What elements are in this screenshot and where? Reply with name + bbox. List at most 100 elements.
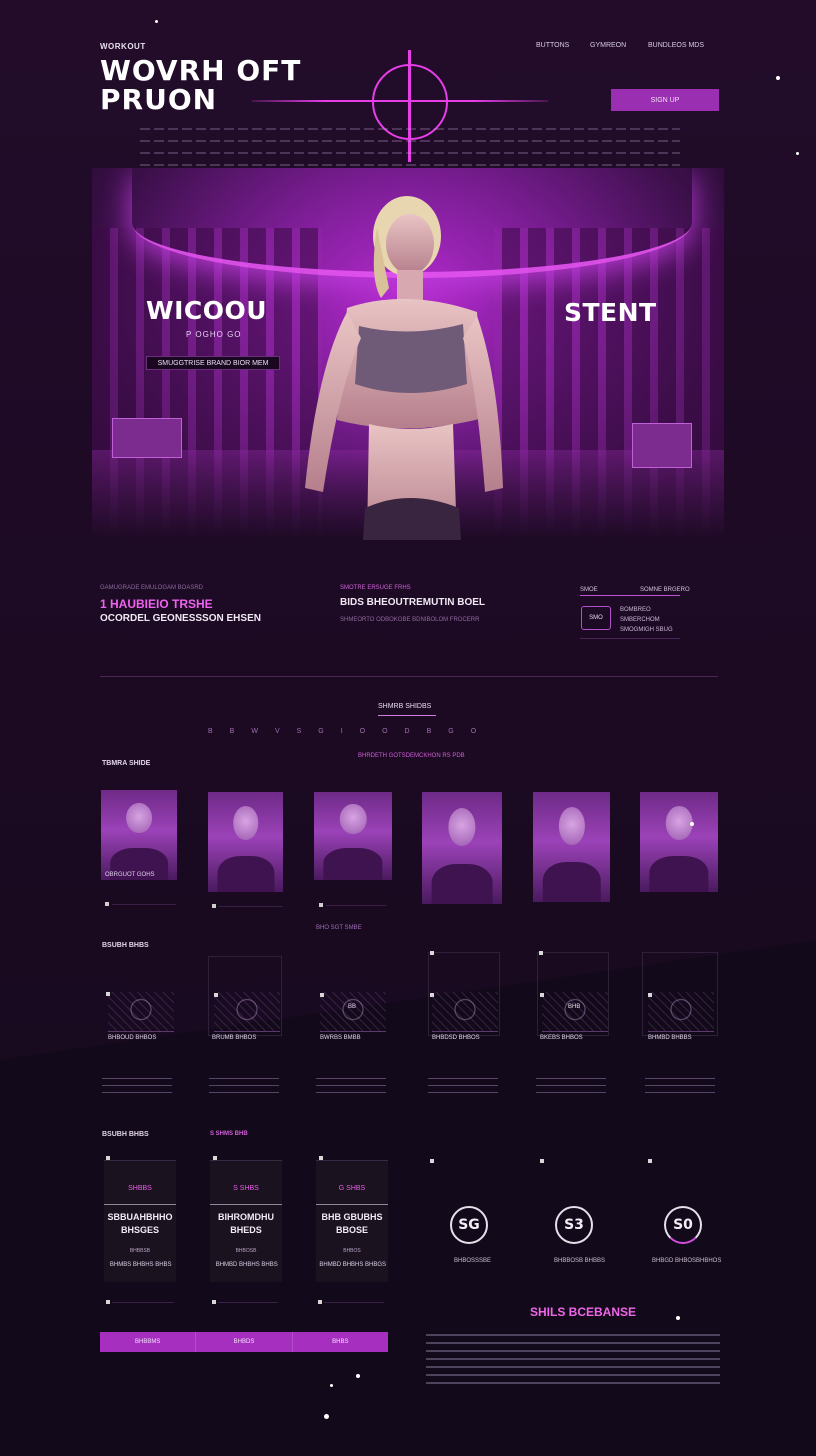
plan-button-1[interactable]: BHBBMS: [100, 1332, 197, 1352]
class-sketch-3[interactable]: BB: [320, 992, 386, 1032]
class-caption-4: BHBDSD BHBOS: [432, 1035, 480, 1041]
badge-icon-2[interactable]: S3: [555, 1206, 593, 1244]
programs-subtitle: BHRDETH GOTSDEMCKHON RS PDB: [358, 753, 465, 759]
info-col2-description: SHMEORTO ODBOKOBE BDNIBOLOM FROCERR: [340, 617, 480, 623]
class-sketch-2[interactable]: [214, 992, 280, 1032]
trainer-card-2[interactable]: [208, 792, 283, 892]
brand-logo[interactable]: WOVRH OFT PRUON: [100, 56, 301, 114]
badge-caption-2: BHBBOSB BHBBS: [554, 1258, 606, 1264]
plan-name-line-1: BIHROMDHU: [218, 1212, 274, 1222]
newsletter-title: SHILS BCEBANSE: [530, 1305, 637, 1319]
programs-pagination[interactable]: BBWVSGIOODBGO: [208, 728, 608, 735]
header-tagline: WORKOUT: [100, 42, 146, 51]
plan-name-line-1: BHB GBUBHS: [321, 1212, 383, 1222]
plan-detail: BHBBSB: [129, 1248, 151, 1254]
plans-label-accent: S SHMS BHB: [210, 1131, 248, 1137]
badge-icon-3[interactable]: S0: [664, 1206, 702, 1244]
info-col3-label: SMOE: [580, 587, 598, 593]
info-col3-line-3: SMOGMIGH SBUG: [620, 627, 673, 633]
trainer-rule-3: [326, 905, 386, 906]
trainer-caption-1: OBRGUOT GOHS: [105, 872, 155, 878]
newsletter-body-text: [426, 1334, 720, 1386]
plan-card-3[interactable]: G SHBS BHB GBUBHS BBOSE BHBOS BHMBD BHBHS…: [316, 1160, 388, 1282]
programs-title: SHMRB SHIDBS: [378, 703, 432, 710]
plan-features: BHMBS BHBHS BHBS: [109, 1262, 172, 1268]
info-col2-label: SMOTRE ERSUGE FRHS: [340, 585, 411, 591]
signup-button[interactable]: SIGN UP: [611, 89, 719, 111]
hero-left-title: WICOOU: [146, 296, 268, 325]
info-col2-heading: BIDS BHEOUTREMUTIN BOEL: [340, 597, 485, 608]
info-col3-bottom-rule: [580, 638, 680, 639]
plan-button-2[interactable]: BHBDS: [196, 1332, 293, 1352]
class-desc-6: [645, 1078, 715, 1098]
class-sketch-5[interactable]: BHB: [542, 992, 608, 1032]
trainer-indicator-1: [105, 902, 109, 906]
plan-price: G SHBS: [338, 1185, 366, 1192]
class-caption-5: BKEBS BHBOS: [540, 1035, 583, 1041]
plan-footer-dot-1: [106, 1300, 110, 1304]
class-sketch-6[interactable]: [648, 992, 714, 1032]
class-marker-4: [430, 951, 434, 955]
badge-marker-2: [540, 1159, 544, 1163]
hero-right-title: STENT: [564, 298, 657, 327]
plan-footer-dot-3: [318, 1300, 322, 1304]
class-caption-2: BRUMB BHBOS: [212, 1035, 257, 1041]
class-marker-5: [539, 951, 543, 955]
plan-card-1[interactable]: SHBBS SBBUAHBHHO BHSGES BHBBSB BHMBS BHBH…: [104, 1160, 176, 1282]
plan-features: BHMBD BHBHS BHBS: [215, 1262, 278, 1268]
plan-button-3[interactable]: BHBS: [293, 1332, 388, 1352]
plan-name: BIHROMDHU BHEDS: [210, 1211, 282, 1237]
plan-name-line-2: BBOSE: [335, 1225, 368, 1235]
trainer-card-5[interactable]: [533, 792, 610, 902]
class-sketch-4[interactable]: [432, 992, 498, 1032]
plan-separator: [104, 1204, 176, 1205]
plan-footer-rule-1: [112, 1302, 174, 1303]
class-desc-5: [536, 1078, 606, 1098]
athlete-figure: [305, 196, 503, 540]
plan-name: BHB GBUBHS BBOSE: [316, 1211, 388, 1237]
trainer-indicator-2: [212, 904, 216, 908]
class-caption-6: BHMBD BHBBS: [648, 1035, 692, 1041]
sparkle: [356, 1374, 360, 1378]
page: WORKOUT WOVRH OFT PRUON BUTTONS GYMREON …: [0, 0, 816, 1456]
trainer-card-4[interactable]: [422, 792, 502, 904]
class-sketch-5-label: BHB: [568, 1004, 581, 1010]
plan-detail: BHBOSB: [235, 1248, 257, 1254]
plan-detail: BHBOS: [343, 1248, 361, 1254]
trainer-card-1[interactable]: [101, 790, 177, 880]
info-col3-icon-box[interactable]: SMO: [581, 606, 611, 630]
brand-line-1: WOVRH OFT: [100, 54, 302, 87]
class-caption-1: BHBOUD BHBOS: [108, 1035, 157, 1041]
hero-left-button[interactable]: SMUGGTRISE BRAND BIOR MEM: [146, 356, 280, 370]
plan-separator: [316, 1204, 388, 1205]
info-col3-label-right: SOMNE BRGERO: [640, 587, 690, 593]
trainer-card-6[interactable]: [640, 792, 718, 892]
plan-separator: [210, 1204, 282, 1205]
hero-left-subtitle: P OGHO GO: [186, 330, 242, 339]
section-divider: [100, 676, 718, 677]
gym-bench-left: [112, 418, 182, 458]
trainers-center-caption: BHO SGT SMBE: [316, 925, 362, 931]
plan-card-2[interactable]: S SHBS BIHROMDHU BHEDS BHBOSB BHMBD BHBHS…: [210, 1160, 282, 1282]
trainer-indicator-3: [319, 903, 323, 907]
nav-link-3[interactable]: BUNDLEOS MDS: [648, 42, 704, 49]
trainers-label: TBMRA SHIDE: [102, 760, 151, 767]
sparkle: [796, 152, 799, 155]
plan-price: SHBBS: [128, 1185, 152, 1192]
badge-icon-1[interactable]: SG: [450, 1206, 488, 1244]
nav-link-1[interactable]: BUTTONS: [536, 42, 569, 49]
class-desc-3: [316, 1078, 386, 1098]
info-col3-rule: [580, 595, 680, 596]
trainer-card-3[interactable]: [314, 792, 392, 880]
plan-footer-rule-3: [324, 1302, 384, 1303]
sparkle: [776, 76, 780, 80]
plans-label: BSUBH BHBS: [102, 1131, 149, 1138]
hero-banner: WICOOU P OGHO GO SMUGGTRISE BRAND BIOR M…: [92, 168, 724, 540]
badge-caption-3: BHBGD BHBOSBHBHOS: [652, 1258, 722, 1264]
gym-bench-right: [632, 423, 692, 468]
nav-link-2[interactable]: GYMREON: [590, 42, 626, 49]
class-sketch-1[interactable]: [108, 992, 174, 1032]
sparkle: [330, 1384, 333, 1387]
class-desc-1: [102, 1078, 172, 1098]
sparkle: [324, 1414, 329, 1419]
